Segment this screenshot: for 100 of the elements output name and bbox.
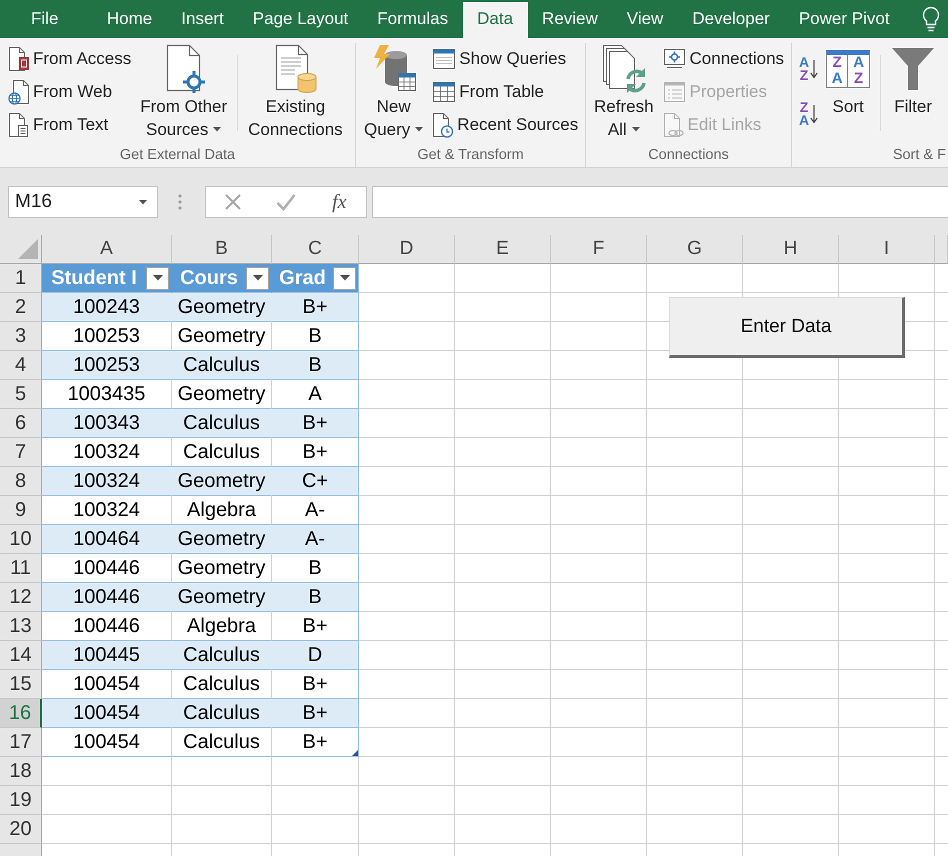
column-header[interactable]: A bbox=[42, 235, 172, 264]
select-all-icon[interactable] bbox=[18, 239, 38, 259]
table-cell: B+ bbox=[272, 293, 359, 322]
row-header[interactable]: 19 bbox=[0, 786, 42, 815]
table-header: Student I bbox=[42, 264, 172, 293]
table-cell: 100464 bbox=[42, 525, 172, 554]
ribbon-button[interactable]: From Web bbox=[6, 75, 134, 108]
table-cell: B+ bbox=[272, 728, 359, 757]
table-cell: Calculus bbox=[172, 409, 272, 438]
ribbon-tab[interactable]: Formulas bbox=[362, 2, 463, 38]
drag-handle-icon[interactable] bbox=[178, 194, 182, 210]
enter-data-button[interactable]: Enter Data bbox=[669, 297, 905, 358]
table-cell: C+ bbox=[272, 467, 359, 496]
row-header[interactable]: 7 bbox=[0, 438, 42, 467]
table-cell: 100243 bbox=[42, 293, 172, 322]
text-document-icon bbox=[8, 112, 30, 138]
ribbon-button[interactable]: Recent Sources bbox=[430, 108, 580, 141]
ribbon-tab[interactable]: Power Pivot bbox=[784, 2, 904, 38]
formula-input-field[interactable] bbox=[372, 186, 948, 218]
document-link-icon bbox=[662, 112, 685, 138]
ribbon-button[interactable]: Connections bbox=[660, 42, 786, 75]
ribbon-button[interactable]: From Table bbox=[430, 75, 580, 108]
table-cell: B bbox=[272, 554, 359, 583]
resize-handle-icon[interactable] bbox=[352, 750, 358, 756]
row-header[interactable]: 3 bbox=[0, 322, 42, 351]
list-icon bbox=[662, 80, 687, 102]
row-header[interactable]: 12 bbox=[0, 583, 42, 612]
column-header[interactable]: I bbox=[839, 235, 935, 264]
column-header[interactable] bbox=[935, 235, 948, 264]
row-header[interactable]: 20 bbox=[0, 815, 42, 844]
row-header[interactable]: 14 bbox=[0, 641, 42, 670]
row-header[interactable]: 15 bbox=[0, 670, 42, 699]
sort-descending-button[interactable]: Z A bbox=[798, 100, 820, 127]
ribbon-button[interactable]: New Query bbox=[360, 43, 428, 141]
caret-icon bbox=[252, 275, 262, 281]
ribbon-button[interactable]: Z A A Z Sort bbox=[822, 43, 874, 118]
filter-dropdown-button[interactable] bbox=[333, 266, 356, 290]
ribbon-button[interactable]: From Other Sources bbox=[136, 43, 232, 141]
ribbon-tab[interactable]: File bbox=[0, 2, 92, 38]
row-header[interactable]: 5 bbox=[0, 380, 42, 409]
row-header[interactable]: 6 bbox=[0, 409, 42, 438]
table-cell: 100253 bbox=[42, 351, 172, 380]
table-cell: B+ bbox=[272, 409, 359, 438]
ribbon-tab[interactable]: Home bbox=[92, 2, 167, 38]
row-header[interactable]: 17 bbox=[0, 728, 42, 757]
column-header[interactable]: G bbox=[647, 235, 743, 264]
column-header[interactable]: B bbox=[172, 235, 272, 264]
group-label: Get & Transform bbox=[416, 146, 525, 165]
table-cell: B+ bbox=[272, 670, 359, 699]
row-header[interactable]: 1 bbox=[0, 264, 42, 293]
ribbon-button[interactable]: Existing Connections bbox=[244, 43, 347, 141]
caret-icon bbox=[213, 127, 222, 132]
row-header[interactable]: 2 bbox=[0, 293, 42, 322]
lightbulb-icon[interactable] bbox=[922, 6, 940, 32]
ribbon-button[interactable]: Filter bbox=[887, 43, 940, 118]
document-badge-icon bbox=[8, 46, 30, 72]
table-cell: B+ bbox=[272, 438, 359, 467]
group-label: Sort & F bbox=[892, 146, 947, 165]
monitor-crosshair-icon bbox=[662, 48, 687, 70]
row-header[interactable]: 18 bbox=[0, 757, 42, 786]
caret-icon bbox=[139, 200, 147, 204]
table-cell: B bbox=[272, 351, 359, 380]
table-header: Cours bbox=[172, 264, 272, 293]
ribbon-tab[interactable]: View bbox=[612, 2, 678, 38]
row-header[interactable]: 10 bbox=[0, 525, 42, 554]
table-cell: Calculus bbox=[172, 351, 272, 380]
column-header[interactable]: F bbox=[551, 235, 647, 264]
filter-dropdown-button[interactable] bbox=[146, 266, 169, 290]
caret-icon bbox=[632, 127, 640, 132]
ribbon-tab[interactable]: Review bbox=[528, 2, 612, 38]
name-box-field[interactable]: M16 bbox=[8, 186, 158, 218]
row-header[interactable]: 13 bbox=[0, 612, 42, 641]
table-cell: Geometry bbox=[172, 525, 272, 554]
row-header[interactable]: 11 bbox=[0, 554, 42, 583]
caret-icon bbox=[340, 275, 350, 281]
column-header[interactable]: E bbox=[455, 235, 551, 264]
ribbon-tab[interactable]: Developer bbox=[678, 2, 784, 38]
ribbon-tab[interactable]: Data bbox=[462, 2, 528, 38]
table-cell: 100446 bbox=[42, 583, 172, 612]
filter-dropdown-button[interactable] bbox=[246, 266, 269, 290]
ribbon-button[interactable]: Refresh All bbox=[590, 43, 658, 141]
row-header[interactable]: 8 bbox=[0, 467, 42, 496]
row-header[interactable]: 4 bbox=[0, 351, 42, 380]
ribbon-button[interactable]: From Access bbox=[6, 42, 134, 75]
sort-grid-icon: Z A A Z bbox=[826, 50, 870, 88]
ribbon-button[interactable]: Show Queries bbox=[430, 42, 580, 75]
ribbon-button[interactable]: From Text bbox=[6, 108, 134, 141]
table-cell: D bbox=[272, 641, 359, 670]
ribbon-tab[interactable]: Insert bbox=[166, 2, 238, 38]
column-header[interactable]: H bbox=[743, 235, 839, 264]
table-cell: 100445 bbox=[42, 641, 172, 670]
row-header[interactable]: 16 bbox=[0, 699, 42, 728]
row-header[interactable]: 9 bbox=[0, 496, 42, 525]
sort-ascending-button[interactable]: A Z bbox=[798, 55, 820, 82]
table-cell: B+ bbox=[272, 612, 359, 641]
ribbon-tab[interactable]: Page Layout bbox=[238, 2, 363, 38]
column-header[interactable]: D bbox=[359, 235, 455, 264]
group-label: Connections bbox=[647, 146, 730, 165]
column-header[interactable]: C bbox=[272, 235, 359, 264]
table-cell: Calculus bbox=[172, 641, 272, 670]
